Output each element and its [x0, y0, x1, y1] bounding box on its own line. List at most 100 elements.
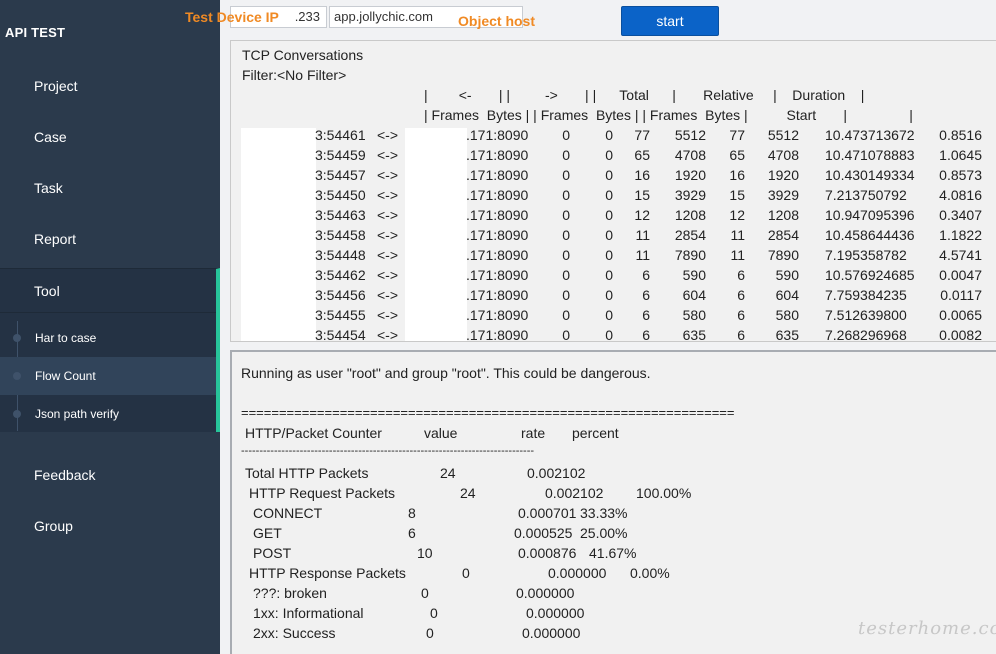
object-host-value: app.jollychic.com — [334, 9, 433, 24]
tcp-cell-b2: 7890 — [767, 247, 799, 263]
tcp-header-row-2: | Frames Bytes | | Frames Bytes | | Fram… — [424, 107, 913, 123]
bullet-dot-icon — [13, 334, 21, 342]
stats-cell-rate: 0.000525 — [514, 525, 573, 541]
sidebar-subitem-label: Json path verify — [35, 407, 120, 421]
stats-cell-percent: 100.00% — [636, 485, 692, 501]
tcp-cell-dur: 4.0816 — [939, 187, 982, 203]
stats-cell-percent: 0.00% — [630, 565, 670, 581]
tcp-cell-start: 10.947095396 — [825, 207, 915, 223]
tcp-cell-b2: 5512 — [767, 127, 799, 143]
tcp-cell-dur: 1.0645 — [939, 147, 982, 163]
stats-cell-value: 0 — [430, 605, 438, 621]
tcp-cell-b2: 4708 — [767, 147, 799, 163]
watermark: testerhome.com — [858, 618, 996, 639]
sidebar-item-task[interactable]: Task — [0, 168, 220, 208]
stats-cell-rate: 0.000000 — [526, 605, 585, 621]
tcp-cell-arrow: <-> — [377, 247, 399, 263]
tcp-cell-start: 7.268296968 — [825, 327, 907, 342]
stats-cell-label: 1xx: Informational — [253, 605, 364, 621]
stats-cell-value: 8 — [408, 505, 416, 521]
tcp-cell-arrow: <-> — [377, 127, 399, 143]
sidebar-item-feedback[interactable]: Feedback — [0, 455, 220, 495]
tcp-cell-b2: 1208 — [767, 207, 799, 223]
stats-cell-percent: 25.00% — [580, 525, 628, 541]
sidebar-subitem-flow-count[interactable]: Flow Count — [0, 357, 216, 395]
tcp-cell-arrow: <-> — [377, 207, 399, 223]
tcp-cell-arrow: <-> — [377, 187, 399, 203]
tcp-cell-b2: 604 — [775, 287, 799, 303]
stats-cell-label: POST — [253, 545, 292, 561]
stats-cell-label: 2xx: Success — [253, 625, 336, 641]
device-ip-label: Test Device IP — [185, 9, 279, 25]
tcp-cell-dur: 0.8573 — [939, 167, 982, 183]
sidebar-item-project[interactable]: Project — [0, 66, 220, 106]
tcp-cell-b2: 2854 — [767, 227, 799, 243]
sidebar: API TEST Project Case Task Report Tool H… — [0, 0, 220, 654]
tcp-cell-dur: 1.1822 — [939, 227, 982, 243]
tcp-cell-dur: 0.0065 — [939, 307, 982, 323]
bullet-dot-icon — [13, 372, 21, 380]
tcp-cell-arrow: <-> — [377, 227, 399, 243]
tcp-cell-b2: 590 — [775, 267, 799, 283]
tcp-cell-arrow: <-> — [377, 307, 399, 323]
tcp-cell-src: 3:54455 — [315, 307, 366, 323]
stats-cell-rate: 0.000000 — [522, 625, 581, 641]
stats-cell-rate: 0.002102 — [545, 485, 604, 501]
tcp-cell-b2: 635 — [775, 327, 799, 342]
stats-cell-rate: 0.000701 — [518, 505, 577, 521]
tcp-cell-b2: 1920 — [767, 167, 799, 183]
sidebar-item-case[interactable]: Case — [0, 117, 220, 157]
tcp-cell-arrow: <-> — [377, 167, 399, 183]
tcp-cell-arrow: <-> — [377, 147, 399, 163]
tcp-cell-start: 7.195358782 — [825, 247, 907, 263]
tcp-cell-arrow: <-> — [377, 267, 399, 283]
sidebar-group-tool: Tool Har to case Flow Count Json path ve… — [0, 268, 220, 432]
tcp-conversations-panel[interactable]: TCP Conversations Filter:<No Filter> | <… — [230, 40, 996, 342]
tcp-cell-dur: 0.0082 — [939, 327, 982, 342]
stats-cell-value: 6 — [408, 525, 416, 541]
redacted-src-block — [241, 128, 316, 341]
stats-cell-value: 10 — [417, 545, 433, 561]
sidebar-item-tool[interactable]: Tool — [0, 269, 216, 313]
stats-cell-rate: 0.000876 — [518, 545, 577, 561]
tcp-header-row-1: | <- | | -> | | Total | Relative | Durat… — [424, 87, 865, 103]
tcp-cell-dur: 0.8516 — [939, 127, 982, 143]
tcp-cell-src: 3:54463 — [315, 207, 366, 223]
tcp-cell-arrow: <-> — [377, 327, 399, 342]
stats-header-value: value — [424, 425, 458, 441]
tcp-cell-b2: 3929 — [767, 187, 799, 203]
tcp-cell-dur: 0.0117 — [940, 287, 982, 303]
sidebar-subitem-json-path-verify[interactable]: Json path verify — [0, 395, 216, 433]
tcp-cell-start: 10.471078883 — [825, 147, 915, 163]
sidebar-item-report[interactable]: Report — [0, 219, 220, 259]
stats-cell-rate: 0.002102 — [527, 465, 586, 481]
stats-cell-percent: 41.67% — [589, 545, 637, 561]
tcp-cell-src: 3:54448 — [315, 247, 366, 263]
device-ip-value: .233 — [294, 9, 320, 24]
separator-dashes: ----------------------------------------… — [241, 445, 535, 457]
tcp-cell-src: 3:54454 — [315, 327, 366, 342]
stats-cell-value: 0 — [462, 565, 470, 581]
tcp-cell-dur: 0.3407 — [939, 207, 982, 223]
http-stats-panel[interactable]: Running as user "root" and group "root".… — [230, 350, 996, 654]
stats-cell-label: GET — [253, 525, 282, 541]
start-button[interactable]: start — [621, 6, 719, 36]
sidebar-subitem-har-to-case[interactable]: Har to case — [0, 319, 216, 357]
stats-cell-rate: 0.000000 — [548, 565, 607, 581]
tcp-cell-b2: 580 — [775, 307, 799, 323]
tcp-cell-src: 3:54458 — [315, 227, 366, 243]
separator-equals: ========================================… — [241, 405, 735, 420]
stats-cell-percent: 33.33% — [580, 505, 628, 521]
sidebar-item-group[interactable]: Group — [0, 506, 220, 546]
tcp-cell-src: 3:54457 — [315, 167, 366, 183]
tcp-cell-start: 10.430149334 — [825, 167, 915, 183]
tcp-cell-start: 7.759384235 — [825, 287, 907, 303]
tcp-cell-start: 7.512639800 — [825, 307, 907, 323]
warning-text: Running as user "root" and group "root".… — [241, 365, 651, 381]
stats-cell-value: 0 — [421, 585, 429, 601]
tcp-cell-src: 3:54461 — [315, 127, 366, 143]
tcp-cell-dur: 0.0047 — [939, 267, 982, 283]
bullet-dot-icon — [13, 410, 21, 418]
tcp-cell-src: 3:54450 — [315, 187, 366, 203]
stats-header-rate: rate — [521, 425, 546, 441]
